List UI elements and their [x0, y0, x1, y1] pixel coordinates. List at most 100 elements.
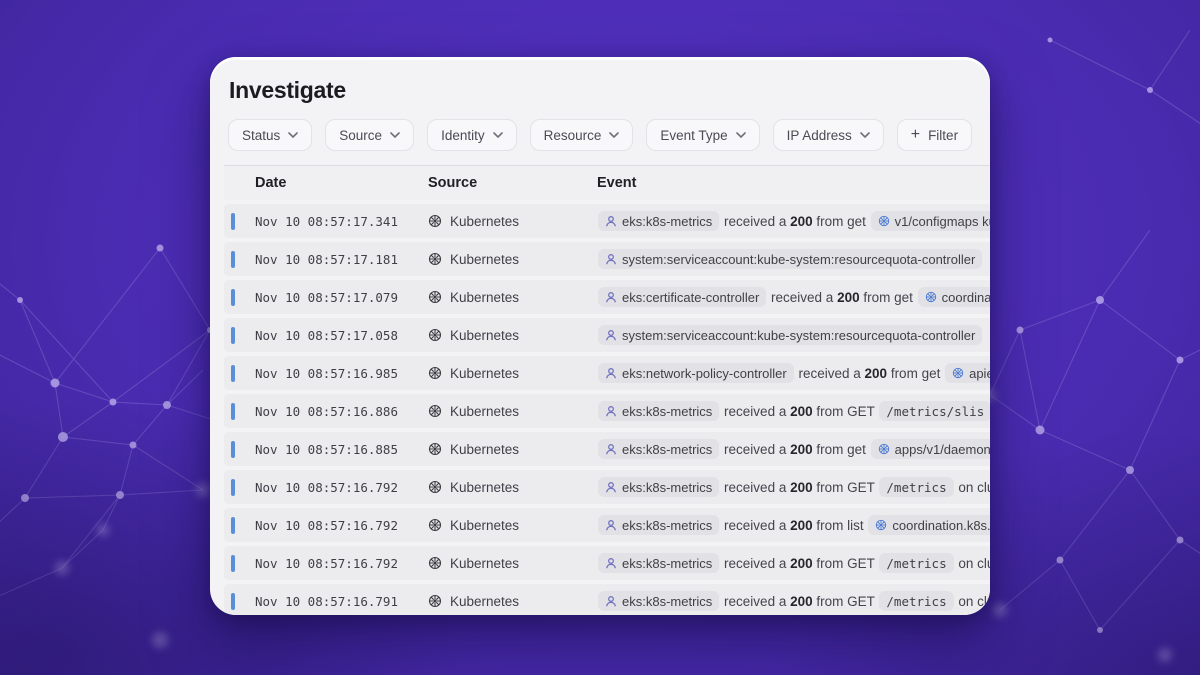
chevron-down-icon	[493, 132, 503, 138]
kubernetes-icon	[875, 519, 887, 531]
identity-chip: eks:network-policy-controller	[598, 363, 794, 383]
event-text: from GET	[813, 556, 879, 571]
event-text: received a	[720, 556, 790, 571]
event-text: from list	[813, 518, 868, 533]
kubernetes-icon	[428, 290, 442, 304]
chevron-down-icon	[390, 132, 400, 138]
user-icon	[605, 443, 617, 455]
event-source-label: Kubernetes	[450, 214, 519, 229]
user-icon	[605, 595, 617, 607]
event-description: system:serviceaccount:kube-system:resour…	[597, 249, 990, 269]
filter-bar: Status Source Identity Resource Event Ty…	[228, 119, 990, 151]
chip-label: apps/v1/daemonsets	[895, 442, 990, 457]
severity-indicator	[231, 479, 235, 496]
kubernetes-icon	[428, 518, 442, 532]
table-row[interactable]: Nov 10 08:57:17.341 Kubernetes eks:k8s-m…	[224, 204, 990, 238]
chip-label: eks:certificate-controller	[622, 290, 759, 305]
identity-chip: eks:k8s-metrics	[598, 401, 719, 421]
table-row[interactable]: Nov 10 08:57:16.792 Kubernetes eks:k8s-m…	[224, 470, 990, 504]
status-code: 200	[790, 214, 813, 229]
event-text: on cluster	[955, 480, 990, 495]
filter-dropdown-source[interactable]: Source	[325, 119, 414, 151]
severity-indicator	[231, 289, 235, 306]
chevron-down-icon	[609, 132, 619, 138]
event-date: Nov 10 08:57:17.058	[255, 328, 428, 343]
event-source-label: Kubernetes	[450, 404, 519, 419]
table-row[interactable]: Nov 10 08:57:16.792 Kubernetes eks:k8s-m…	[224, 508, 990, 542]
table-row[interactable]: Nov 10 08:57:16.792 Kubernetes eks:k8s-m…	[224, 546, 990, 580]
user-icon	[605, 557, 617, 569]
event-description: eks:certificate-controller received a 20…	[597, 287, 990, 307]
event-source: Kubernetes	[428, 594, 597, 609]
chip-label: eks:network-policy-controller	[622, 366, 787, 381]
filter-dropdown-label: Event Type	[660, 128, 727, 143]
table-row[interactable]: Nov 10 08:57:17.058 Kubernetes system:se…	[224, 318, 990, 352]
table-row[interactable]: Nov 10 08:57:16.886 Kubernetes eks:k8s-m…	[224, 394, 990, 428]
severity-indicator	[231, 327, 235, 344]
chip-label: coordination.k8s.io	[892, 518, 990, 533]
chevron-down-icon	[736, 132, 746, 138]
resource-chip: apps/v1/daemonsets	[871, 439, 990, 459]
table-row[interactable]: Nov 10 08:57:17.079 Kubernetes eks:certi…	[224, 280, 990, 314]
table-row[interactable]: Nov 10 08:57:16.885 Kubernetes eks:k8s-m…	[224, 432, 990, 466]
filter-dropdown-label: Status	[242, 128, 280, 143]
event-description: eks:k8s-metrics received a 200 from get …	[597, 211, 990, 231]
filter-dropdown-identity[interactable]: Identity	[427, 119, 517, 151]
identity-chip: system:serviceaccount:kube-system:resour…	[598, 249, 982, 269]
event-source: Kubernetes	[428, 328, 597, 343]
chip-label: eks:k8s-metrics	[622, 442, 712, 457]
kubernetes-icon	[428, 404, 442, 418]
severity-indicator	[231, 213, 235, 230]
kubernetes-icon	[925, 291, 937, 303]
identity-chip: system:serviceaccount:kube-system:resour…	[598, 325, 982, 345]
table-row[interactable]: Nov 10 08:57:17.181 Kubernetes system:se…	[224, 242, 990, 276]
event-description: eks:k8s-metrics received a 200 from GET …	[597, 477, 990, 497]
chip-label: eks:k8s-metrics	[622, 556, 712, 571]
event-description: eks:k8s-metrics received a 200 from GET …	[597, 591, 990, 611]
severity-indicator	[231, 593, 235, 610]
event-date: Nov 10 08:57:16.886	[255, 404, 428, 419]
filter-dropdown-status[interactable]: Status	[228, 119, 312, 151]
kubernetes-icon	[428, 328, 442, 342]
chip-label: eks:k8s-metrics	[622, 214, 712, 229]
event-date: Nov 10 08:57:16.885	[255, 442, 428, 457]
event-date: Nov 10 08:57:16.985	[255, 366, 428, 381]
severity-indicator	[231, 555, 235, 572]
filter-dropdown-label: Source	[339, 128, 382, 143]
investigate-panel: Investigate Status Source Identity Resou…	[210, 57, 990, 615]
filter-dropdown-event-type[interactable]: Event Type	[646, 119, 759, 151]
event-text: from get	[860, 290, 917, 305]
event-date: Nov 10 08:57:16.792	[255, 480, 428, 495]
filter-dropdown-ip-address[interactable]: IP Address	[773, 119, 884, 151]
kubernetes-icon	[428, 442, 442, 456]
add-filter-button[interactable]: + Filter	[897, 119, 972, 151]
event-text: from GET	[813, 480, 879, 495]
event-description: eks:network-policy-controller received a…	[597, 363, 990, 383]
severity-indicator	[231, 251, 235, 268]
table-row[interactable]: Nov 10 08:57:16.791 Kubernetes eks:k8s-m…	[224, 584, 990, 615]
chip-label: v1/configmaps kube-system	[895, 214, 990, 229]
status-code: 200	[790, 556, 813, 571]
event-source-label: Kubernetes	[450, 252, 519, 267]
event-date: Nov 10 08:57:17.341	[255, 214, 428, 229]
event-source-label: Kubernetes	[450, 366, 519, 381]
event-text: from get	[813, 214, 870, 229]
user-icon	[605, 519, 617, 531]
event-source: Kubernetes	[428, 290, 597, 305]
page-title: Investigate	[229, 77, 990, 104]
plus-icon: +	[911, 127, 920, 143]
filter-dropdown-resource[interactable]: Resource	[530, 119, 634, 151]
path-chip: /metrics	[879, 591, 953, 611]
status-code: 200	[865, 366, 888, 381]
event-date: Nov 10 08:57:16.792	[255, 518, 428, 533]
chip-label: eks:k8s-metrics	[622, 404, 712, 419]
table-row[interactable]: Nov 10 08:57:16.985 Kubernetes eks:netwo…	[224, 356, 990, 390]
identity-chip: eks:k8s-metrics	[598, 553, 719, 573]
event-text: received a	[720, 214, 790, 229]
user-icon	[605, 329, 617, 341]
event-text: from GET	[813, 404, 879, 419]
kubernetes-icon	[428, 214, 442, 228]
table-header: Date Source Event	[224, 165, 990, 200]
identity-chip: eks:k8s-metrics	[598, 477, 719, 497]
event-source-label: Kubernetes	[450, 556, 519, 571]
